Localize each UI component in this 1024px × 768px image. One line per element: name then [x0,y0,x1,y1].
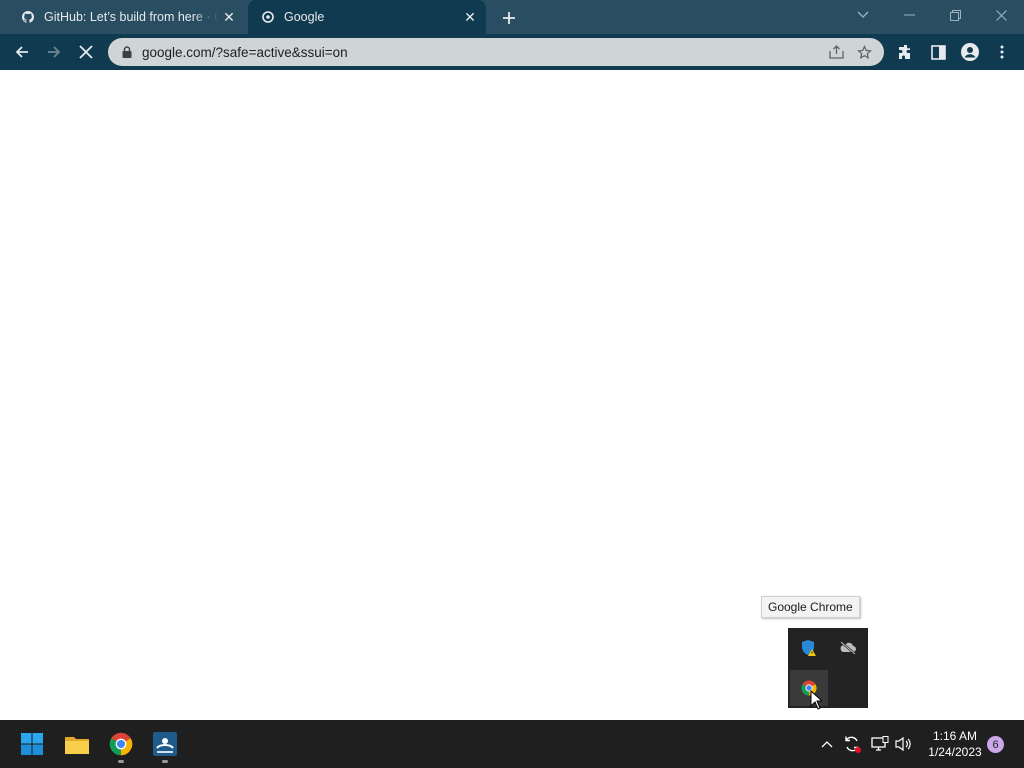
profile-icon[interactable] [956,38,984,66]
windows-start-icon[interactable] [12,724,52,764]
clock-date: 1/24/2023 [928,745,982,759]
stop-icon[interactable] [72,38,100,66]
forward-icon[interactable] [40,38,68,66]
chevron-up-icon[interactable] [815,732,839,756]
restore-icon[interactable] [932,0,978,30]
menu-icon[interactable] [988,38,1016,66]
lock-icon[interactable] [120,45,134,59]
running-indicator [118,760,124,763]
tray-overflow-flyout [788,628,868,708]
plus-icon[interactable] [498,7,520,29]
url-text[interactable]: google.com/?safe=active&ssui=on [142,45,822,60]
tab-title: Google [284,10,325,24]
clock[interactable]: 1:16 AM 1/24/2023 [920,728,990,760]
close-tab-icon[interactable]: ✕ [460,7,480,27]
chrome-icon[interactable] [790,670,828,706]
github-icon [22,11,34,23]
browser-toolbar: google.com/?safe=active&ssui=on [0,34,1024,70]
star-icon[interactable] [850,38,878,66]
taskbar: 1:16 AM 1/24/2023 [0,720,1024,768]
close-tab-icon[interactable]: ✕ [219,7,239,27]
windows-security-warning-icon[interactable] [790,630,828,666]
tab-google[interactable]: Google ✕ [248,0,486,34]
page-content [0,70,1024,720]
file-explorer-icon[interactable] [57,724,97,764]
onedrive-offline-icon[interactable] [829,630,867,666]
google-icon [262,11,274,23]
tab-github[interactable]: GitHub: Let’s build from here · GitHub ✕ [8,0,245,34]
tooltip: Google Chrome [761,596,860,618]
back-icon[interactable] [8,38,36,66]
app-icon[interactable] [145,724,185,764]
clock-time: 1:16 AM [932,729,978,743]
tab-search-icon[interactable] [840,0,886,30]
tab-strip: GitHub: Let’s build from here · GitHub ✕… [0,0,1024,34]
extensions-icon[interactable] [892,38,920,66]
sync-icon[interactable] [840,732,864,756]
close-icon[interactable] [978,0,1024,30]
chrome-icon[interactable] [101,724,141,764]
address-bar[interactable]: google.com/?safe=active&ssui=on [108,38,884,66]
notification-badge[interactable]: 6 [987,736,1004,753]
running-indicator [162,760,168,763]
network-icon[interactable] [868,732,892,756]
share-icon[interactable] [822,38,850,66]
mouse-cursor-icon [810,690,822,710]
tab-title: GitHub: Let’s build from here · GitHub [44,10,219,24]
minimize-icon[interactable] [886,0,932,30]
side-panel-icon[interactable] [924,38,952,66]
volume-icon[interactable] [892,732,916,756]
